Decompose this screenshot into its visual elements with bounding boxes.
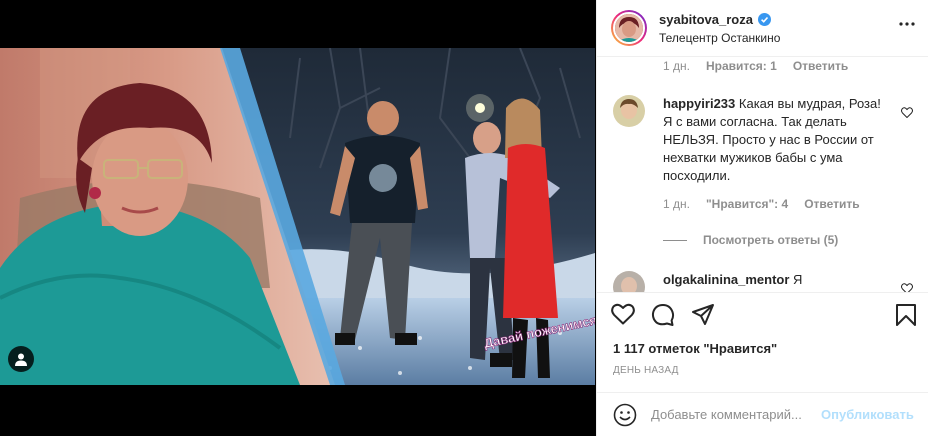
user-icon xyxy=(15,353,27,366)
reply-button[interactable]: Ответить xyxy=(793,59,848,73)
share-icon[interactable] xyxy=(691,303,715,327)
commenter-avatar-image xyxy=(613,271,645,292)
post-header: syabitova_roza Телецентр Останкино xyxy=(597,0,928,57)
likes-count[interactable]: 1 117 отметок "Нравится" xyxy=(613,341,777,356)
replies-divider xyxy=(663,239,687,241)
heart-icon[interactable] xyxy=(611,303,635,325)
post-sidebar: syabitova_roza Телецентр Останкино 1 дн.… xyxy=(596,0,928,436)
comments-list[interactable]: 1 дн. Нравится: 1 Ответить happyiri233 К… xyxy=(597,57,928,292)
comment-icon[interactable] xyxy=(651,303,675,327)
post-timestamp[interactable]: ДЕНЬ НАЗАД xyxy=(613,365,679,376)
bookmark-icon[interactable] xyxy=(895,303,917,327)
post-media: Давай поженимся xyxy=(0,0,595,436)
commenter-avatar-image xyxy=(613,95,645,127)
comment-like-icon[interactable] xyxy=(901,283,913,292)
comment-age: 1 дн. xyxy=(663,197,690,211)
user-tags-button[interactable] xyxy=(8,346,34,372)
view-replies-label: Посмотреть ответы (5) xyxy=(703,233,839,247)
commenter-avatar[interactable] xyxy=(613,271,645,292)
add-comment-bar: Опубликовать xyxy=(597,392,928,436)
author-avatar-image xyxy=(615,14,643,42)
more-options-icon[interactable] xyxy=(899,22,915,26)
reply-button[interactable]: Ответить xyxy=(804,197,859,211)
comment-input[interactable] xyxy=(651,407,821,422)
commenter-username[interactable]: olgakalinina_mentor xyxy=(663,272,789,287)
comment-likes[interactable]: Нравится: 1 xyxy=(706,59,777,73)
view-replies-button[interactable]: Посмотреть ответы (5) xyxy=(663,233,838,247)
verified-badge-icon xyxy=(757,12,771,26)
commenter-username[interactable]: happyiri233 xyxy=(663,96,735,111)
comment-item: olgakalinina_mentor Я xyxy=(613,271,913,292)
photo-collage: Давай поженимся xyxy=(0,48,595,385)
emoji-icon[interactable] xyxy=(613,403,637,427)
comment-likes[interactable]: "Нравится": 4 xyxy=(706,197,788,211)
post-location[interactable]: Телецентр Останкино xyxy=(659,31,780,45)
publish-button[interactable]: Опубликовать xyxy=(821,407,914,422)
previous-comment-meta: 1 дн. Нравится: 1 Ответить xyxy=(663,59,848,73)
commenter-avatar[interactable] xyxy=(613,95,645,127)
post-photo[interactable]: Давай поженимся xyxy=(0,48,595,385)
comment-text: Я xyxy=(793,272,803,287)
author-username[interactable]: syabitova_roza xyxy=(659,12,753,27)
comment-like-icon[interactable] xyxy=(901,107,913,118)
author-avatar[interactable] xyxy=(611,10,647,46)
comment-item: happyiri233 Какая вы мудрая, Роза! Я с в… xyxy=(613,95,913,211)
post-actions: 1 117 отметок "Нравится" ДЕНЬ НАЗАД xyxy=(597,292,928,392)
comment-age: 1 дн. xyxy=(663,59,690,73)
comment-meta: 1 дн. "Нравится": 4 Ответить xyxy=(663,197,913,211)
